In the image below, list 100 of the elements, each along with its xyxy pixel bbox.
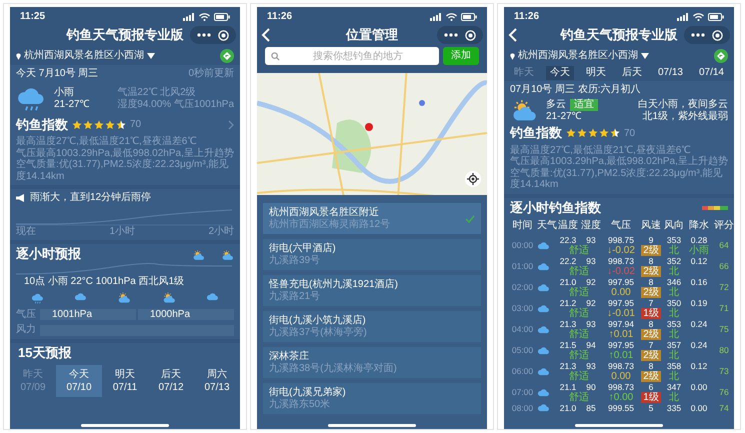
signal-icon [677,12,689,20]
battery-icon [708,12,724,20]
table-cell-text: 21.5 [558,340,578,350]
weather-summary-line: 空气质量:优(31.77),PM2.5浓度:22.23μg/m³,能见度14.14km [16,159,230,182]
location-selector[interactable]: 杭州西湖风景名胜区小西湖 [518,50,638,62]
cloud-icon [206,292,219,302]
wind-level: 2级 [641,350,661,361]
place-item[interactable]: 杭州西湖风景名胜区附近 杭州市西湖区梅灵南路12号 [263,203,481,234]
table-cell-text: 22.2 [558,256,578,266]
navigation-icon[interactable] [714,49,728,63]
index-score: 70 [624,128,636,140]
table-cell-text: 0.00 [690,402,708,413]
table-cell-text: 90 [586,382,597,392]
status-time: 11:26 [267,10,292,22]
table-cell-text: 352 [666,256,682,266]
table-cell-text: 7 [648,340,654,350]
cloud-icon [537,262,550,272]
day-tab[interactable]: 今天 [546,66,574,80]
index-label: 钓鱼指数 [510,126,562,141]
table-cell-text: 998.73 [607,382,635,392]
table-cell-text: 0.28 [690,234,708,245]
cloud-icon [537,304,550,314]
weather-condition: 小雨 [54,87,75,98]
table-cell-text: 93 [586,318,597,329]
place-item[interactable]: 街电(九溪小筑九溪店) 九溪路37号(林海亭旁) [263,311,481,342]
wind-level: 2级 [641,266,661,277]
pressure-trend: ↓-0.02 [606,266,636,277]
index-label: 钓鱼指数 [16,118,68,132]
date-label: 今天 7月10号 周三 [16,68,98,80]
battery-icon [214,12,230,20]
place-name: 深林茶庄 [269,351,310,362]
column-header: 风速 [641,220,661,231]
weather-summary-line: 气压最高1003.29hPa,最低998.02hPa,呈上升趋势 [16,148,234,159]
column-header: 温度 [557,220,579,231]
back-icon[interactable] [261,28,271,42]
table-cell-text: 8 [648,360,654,371]
wifi-icon [446,12,457,20]
wind-level: 2级 [641,286,661,298]
place-address: 杭州市西湖区梅灵南路12号 [269,218,390,230]
time-cell-text: 05:00 [510,345,534,356]
day-tab[interactable]: 07/14 [694,66,728,80]
place-item[interactable]: 街电(六甲酒店) 九溪路39号 [263,239,481,270]
day-tab[interactable]: 明天 07/11 [102,364,148,397]
wind-level: 2级 [641,370,661,382]
pressure-bar: 1001hPa [40,309,136,320]
row-label: 气压 [16,308,36,320]
locate-icon[interactable] [465,171,481,187]
day-tab[interactable]: 明天 [582,66,610,80]
navigation-icon[interactable] [220,49,234,63]
day-tab[interactable]: 周六 07/13 [194,364,240,397]
pressure-trend: 0.00 [610,286,632,298]
table-cell-text: 997.94 [607,318,635,329]
cloud-icon [537,282,550,292]
day-tab[interactable]: 今天 07/10 [56,364,102,397]
time-cell-text: 02:00 [510,282,534,292]
place-address: 九溪路东50米 [269,398,332,410]
cloud-icon [537,388,550,398]
table-cell-text: 997.95 [607,276,635,287]
back-icon[interactable] [508,28,518,42]
capsule-menu[interactable] [190,26,236,44]
time-cell-text: 03:00 [510,303,534,314]
sun-cloud-icon [221,250,234,260]
pressure-trend: ↑0.01 [608,350,634,361]
capsule-menu[interactable] [684,26,730,44]
caret-icon[interactable] [641,53,649,59]
place-item[interactable]: 街电(九溪兄弟家) 九溪路东50米 [263,383,481,414]
comfort-label: 舒适 [568,244,590,256]
wifi-icon [199,12,210,20]
status-time: 11:25 [20,10,46,22]
section-title: 15天预报 [17,346,72,361]
column-header: 天气 [537,220,555,231]
place-item[interactable]: 深林茶庄 九溪路38号(九溪林海亭对面) [263,347,481,378]
table-cell-text: 0.19 [690,298,708,308]
score-cell-text: 66 [718,261,730,272]
table-cell-text: 5 [648,402,654,413]
time-cell-text: 07:00 [510,387,534,398]
search-field[interactable]: 搜索你想钓鱼的地方 [265,47,439,65]
day-tab[interactable]: 后天 [618,66,646,80]
score-cell-text: 76 [718,387,730,398]
weather-forecast: 白天小雨，夜间多云 [638,99,728,110]
caret-icon[interactable] [147,53,155,59]
table-cell-text: 94 [586,340,597,350]
location-selector[interactable]: 杭州西湖风景名胜区小西湖 [24,50,144,62]
target-icon [712,30,724,40]
weather-detail: 气温22℃ 北风2级 [117,87,197,98]
signal-icon [430,12,442,20]
table-cell-text: 358 [666,360,682,371]
table-cell-text: 93 [586,256,597,266]
weather-summary-line: 最高温度27℃,最低温度21℃,昼夜温差6℃ [510,144,690,156]
pressure-trend: ↓-0.02 [606,244,636,256]
index-score: 70 [130,119,142,131]
pressure-bar: 1000hPa [138,309,234,320]
wind-direction: 北 [668,392,680,403]
table-cell-text: 0.16 [690,276,708,287]
day-tab[interactable]: 07/13 [654,66,687,80]
page-title: 位置管理 [344,28,399,42]
battery-icon [461,12,477,20]
place-item[interactable]: 怪兽充电(杭州九溪1921酒店) 九溪路21号 [263,275,481,306]
day-tab[interactable]: 后天 07/12 [148,364,194,397]
capsule-menu[interactable] [437,26,483,44]
